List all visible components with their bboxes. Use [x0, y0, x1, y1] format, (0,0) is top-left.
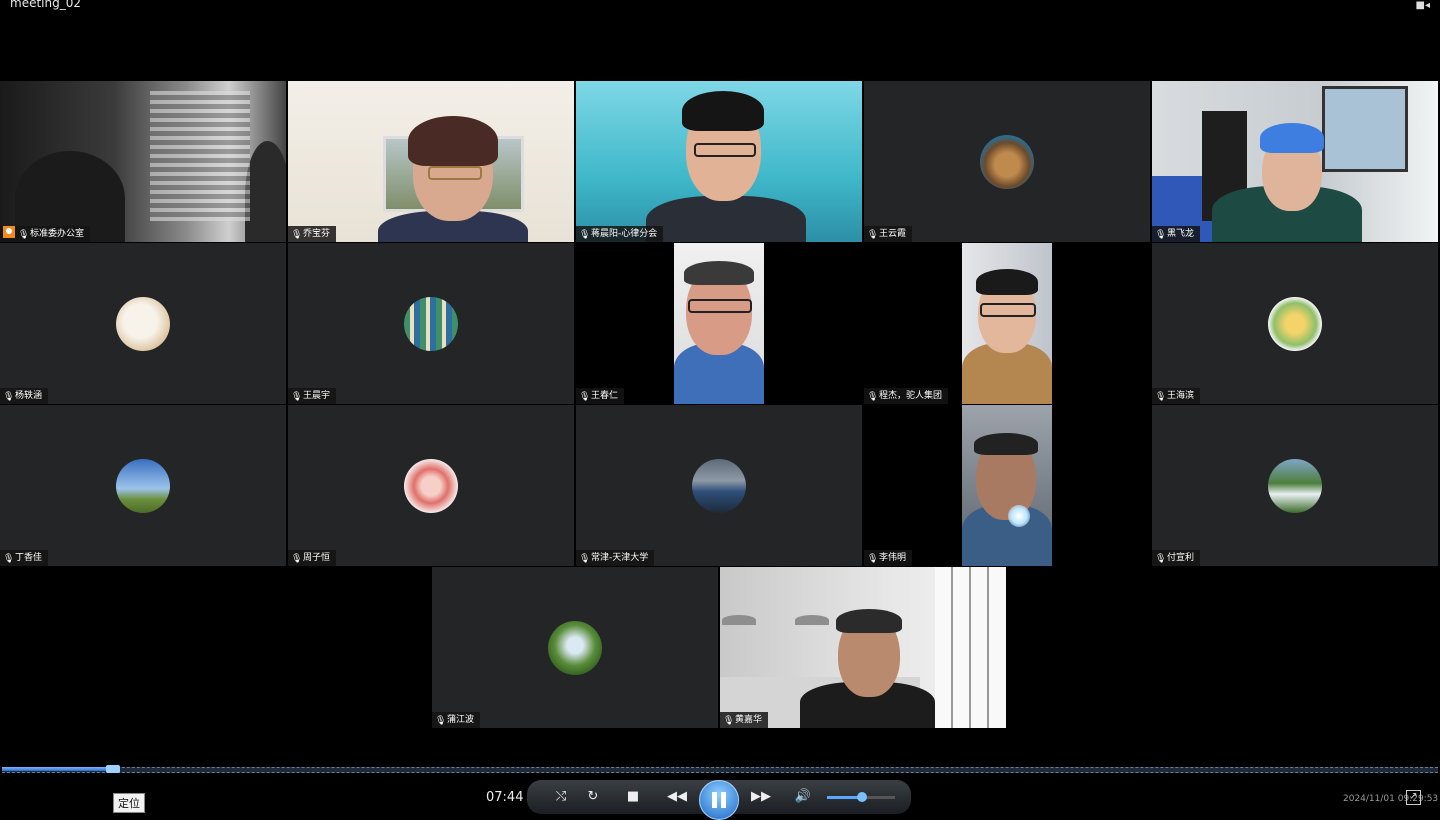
- participant-tile[interactable]: 🎙标准委办公室: [0, 81, 286, 242]
- video-feed: [288, 81, 574, 242]
- mic-icon: 🎙: [723, 716, 735, 726]
- participant-name: 🎙丁香佳: [0, 550, 49, 566]
- seek-progress: [2, 767, 120, 771]
- participant-tile[interactable]: 🎙杨轶涵: [0, 243, 286, 404]
- seek-track[interactable]: [2, 767, 1438, 773]
- participant-name: 🎙程杰，驼人集团: [864, 388, 949, 404]
- mic-icon: 🎙: [579, 230, 591, 240]
- participant-name: 🎙王海滨: [1152, 388, 1201, 404]
- avatar: [980, 134, 1034, 189]
- mic-icon: 🎙: [3, 392, 15, 402]
- participant-tile[interactable]: 🎙蒲江波: [432, 567, 718, 728]
- participant-name: 🎙付宣利: [1152, 550, 1201, 566]
- participant-tile[interactable]: 🎙王晨宇: [288, 243, 574, 404]
- stop-button[interactable]: ■: [623, 787, 643, 807]
- avatar: [404, 296, 458, 351]
- mic-icon: 🎙: [867, 230, 879, 240]
- video-feed: [962, 243, 1052, 404]
- mic-icon: 🎙: [579, 392, 591, 402]
- participant-name: 🎙杨轶涵: [0, 388, 49, 404]
- seek-bar[interactable]: [0, 764, 1440, 774]
- participant-tile[interactable]: 🎙黄嘉华: [720, 567, 1006, 728]
- mic-icon: 🎙: [3, 554, 15, 564]
- mic-icon: 🎙: [291, 554, 303, 564]
- rewind-button[interactable]: ◀◀: [667, 787, 687, 807]
- fullscreen-icon[interactable]: ↗: [1406, 790, 1421, 805]
- participant-name: 🎙乔宝芬: [288, 226, 337, 242]
- window-controls-icon[interactable]: ■◂: [1416, 0, 1430, 11]
- participant-name: 🎙黄嘉华: [720, 712, 769, 728]
- participant-tile[interactable]: 🎙丁香佳: [0, 405, 286, 566]
- avatar: [1268, 296, 1322, 351]
- video-feed: [720, 567, 1006, 728]
- window-title: meeting_02: [10, 0, 81, 10]
- participant-name: 🎙常津-天津大学: [576, 550, 655, 566]
- video-feed: [0, 81, 286, 242]
- avatar: [692, 458, 746, 513]
- participant-tile[interactable]: 🎙李伟明: [864, 405, 1150, 566]
- video-feed: [1152, 81, 1438, 242]
- mic-icon: 🎙: [1155, 392, 1167, 402]
- avatar: [116, 296, 170, 351]
- video-feed: [962, 405, 1052, 566]
- shuffle-icon[interactable]: ⤭: [551, 787, 571, 807]
- participant-name: 🎙王云霞: [864, 226, 913, 242]
- avatar: [548, 620, 602, 675]
- participant-tile[interactable]: 🎙常津-天津大学: [576, 405, 862, 566]
- mic-icon: 🎙: [291, 230, 303, 240]
- participant-tile[interactable]: 🎙蒋晨阳-心律分会: [576, 81, 862, 242]
- participant-tile[interactable]: 🎙周子恒: [288, 405, 574, 566]
- participant-name: 🎙蒋晨阳-心律分会: [576, 226, 664, 242]
- participant-tile[interactable]: 🎙乔宝芬: [288, 81, 574, 242]
- participant-tile[interactable]: 🎙王云霞: [864, 81, 1150, 242]
- mic-icon: 🎙: [435, 716, 447, 726]
- host-icon: [3, 226, 15, 238]
- mic-icon: 🎙: [1155, 230, 1167, 240]
- participant-tile[interactable]: 🎙王春仁: [576, 243, 862, 404]
- participant-name: 🎙标准委办公室: [0, 226, 91, 242]
- participant-name: 🎙黑飞龙: [1152, 226, 1201, 242]
- participant-tile[interactable]: 🎙付宣利: [1152, 405, 1438, 566]
- video-feed: [674, 243, 764, 404]
- pause-button[interactable]: [699, 780, 739, 820]
- participant-name: 🎙王晨宇: [288, 388, 337, 404]
- participant-tile[interactable]: 🎙程杰，驼人集团: [864, 243, 1150, 404]
- repeat-icon[interactable]: ↻: [583, 787, 603, 807]
- mic-icon: 🎙: [291, 392, 303, 402]
- volume-level: [827, 796, 861, 799]
- mic-icon: 🎙: [18, 230, 30, 240]
- video-feed: [576, 81, 862, 242]
- avatar: [404, 458, 458, 513]
- participant-tile[interactable]: 🎙黑飞龙: [1152, 81, 1438, 242]
- participant-name: 🎙李伟明: [864, 550, 913, 566]
- mic-icon: 🎙: [867, 392, 879, 402]
- participant-name: 🎙周子恒: [288, 550, 337, 566]
- mic-icon: 🎙: [1155, 554, 1167, 564]
- volume-knob[interactable]: [857, 792, 867, 802]
- fast-forward-button[interactable]: ▶▶: [751, 787, 771, 807]
- mic-icon: 🎙: [579, 554, 591, 564]
- seek-thumb[interactable]: [106, 765, 120, 773]
- avatar: [1268, 458, 1322, 513]
- participant-tile[interactable]: 🎙王海滨: [1152, 243, 1438, 404]
- participant-name: 🎙王春仁: [576, 388, 625, 404]
- playback-time: 07:44: [486, 790, 524, 805]
- recording-timestamp: 2024/11/01 09:29:53: [1343, 794, 1439, 804]
- avatar: [116, 458, 170, 513]
- tooltip: 定位: [113, 793, 145, 813]
- participant-name: 🎙蒲江波: [432, 712, 481, 728]
- player-controls: ⤭ ↻ ■ ◀◀ ▶▶ 🔊: [527, 780, 911, 820]
- volume-icon[interactable]: 🔊: [793, 787, 813, 807]
- mic-icon: 🎙: [867, 554, 879, 564]
